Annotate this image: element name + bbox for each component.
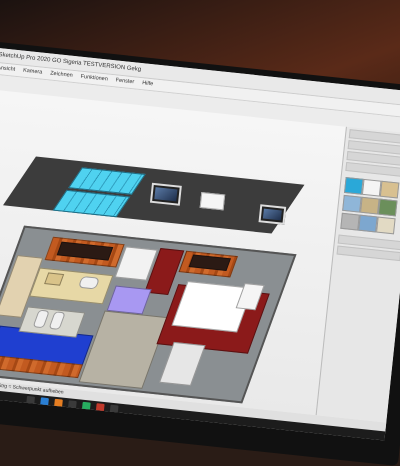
sketchup-icon[interactable] — [95, 403, 105, 412]
material-swatch[interactable] — [379, 180, 400, 199]
sketchup-window: SketchUp Pro 2020 GO Sigeria TESTVERSION… — [0, 47, 400, 441]
edge-icon[interactable] — [40, 397, 49, 407]
material-swatch[interactable] — [376, 216, 396, 235]
menu-zeichnen[interactable]: Zeichnen — [50, 69, 74, 82]
folder-icon[interactable] — [54, 398, 63, 408]
search-icon[interactable] — [26, 395, 36, 405]
material-swatch[interactable] — [342, 194, 362, 213]
cabinet — [106, 285, 152, 315]
material-swatch[interactable] — [377, 198, 398, 217]
material-swatches — [336, 173, 400, 240]
shower-wall — [78, 310, 169, 389]
menu-fenster[interactable]: Fenster — [115, 75, 135, 88]
camper-interior[interactable] — [0, 225, 297, 404]
monitor: SketchUp Pro 2020 GO Sigeria TESTVERSION… — [0, 40, 400, 466]
menu-kamera[interactable]: Kamera — [22, 66, 43, 79]
vent-icon[interactable] — [199, 191, 226, 211]
material-swatch[interactable] — [344, 176, 364, 195]
store-icon[interactable] — [67, 400, 77, 410]
app-icon[interactable] — [81, 401, 91, 411]
material-swatch[interactable] — [358, 214, 378, 233]
material-swatch[interactable] — [340, 212, 360, 231]
modeling-canvas[interactable] — [0, 89, 347, 416]
window-icon[interactable] — [149, 182, 182, 206]
app-icon[interactable] — [109, 404, 119, 414]
menu-ansicht[interactable]: Ansicht — [0, 63, 16, 76]
menu-hilfe[interactable]: Hilfe — [142, 78, 154, 90]
material-swatch[interactable] — [360, 196, 380, 215]
material-swatch[interactable] — [361, 178, 382, 197]
kitchen-counter — [29, 267, 114, 305]
window-icon[interactable] — [258, 204, 287, 225]
toilet — [158, 341, 206, 386]
